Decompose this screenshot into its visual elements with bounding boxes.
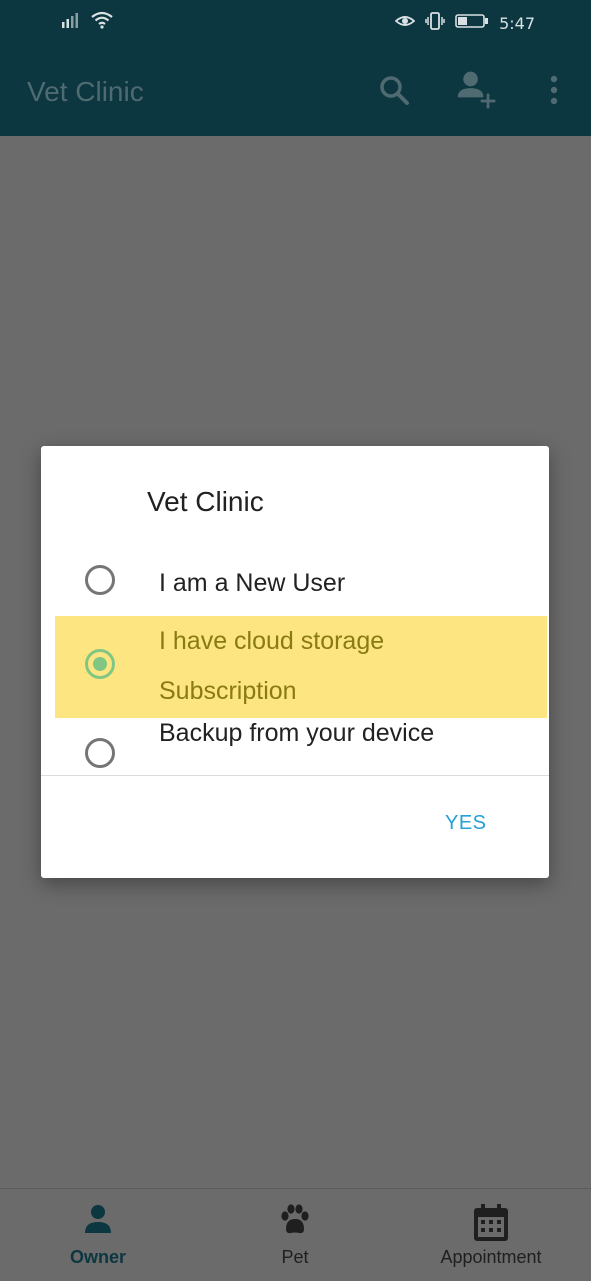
status-bar: 5:47 — [0, 0, 591, 46]
nav-item-owner[interactable]: Owner — [28, 1189, 168, 1281]
status-left — [60, 10, 114, 34]
nav-label-pet: Pet — [281, 1247, 309, 1267]
status-time: 5:47 — [499, 13, 535, 33]
eye-icon — [394, 13, 416, 33]
dialog-divider — [41, 775, 549, 776]
status-right: 5:47 — [394, 12, 535, 34]
nav-label-owner: Owner — [69, 1247, 126, 1267]
more-vert-icon[interactable] — [532, 68, 576, 112]
radio-button[interactable] — [85, 565, 115, 595]
app-bar: Vet Clinic — [0, 46, 591, 136]
nav-item-pet[interactable]: Pet — [225, 1189, 365, 1281]
person-icon — [82, 1203, 114, 1239]
wifi-icon — [90, 10, 114, 34]
option-label-line1: I have cloud storage — [159, 627, 385, 655]
radio-button[interactable] — [85, 738, 115, 768]
option-label: I am a New User — [159, 569, 346, 597]
option-cloud-storage[interactable]: I have cloud storage Subscription — [55, 616, 547, 718]
search-icon[interactable] — [372, 68, 416, 112]
option-label: Backup from your device — [159, 719, 435, 747]
bottom-nav: Owner Pet Appointment — [0, 1188, 591, 1281]
nav-label-appointment: Appointment — [440, 1247, 542, 1267]
option-device-backup[interactable]: Backup from your device — [41, 718, 549, 774]
calendar-icon — [472, 1203, 510, 1247]
yes-button[interactable]: YES — [445, 812, 487, 835]
vibrate-icon — [425, 12, 445, 34]
nav-item-appointment[interactable]: Appointment — [421, 1189, 561, 1281]
option-label-line2: Subscription — [159, 677, 297, 705]
signal-icon — [60, 10, 84, 34]
dialog-title: Vet Clinic — [147, 486, 264, 517]
paw-icon — [277, 1203, 313, 1241]
option-new-user[interactable]: I am a New User — [41, 558, 549, 614]
restore-dialog: Vet Clinic I am a New User I have cloud … — [41, 446, 549, 878]
battery-icon — [455, 13, 489, 33]
app-title: Vet Clinic — [27, 76, 144, 107]
add-user-icon[interactable] — [455, 68, 499, 112]
radio-button-selected[interactable] — [85, 649, 115, 679]
